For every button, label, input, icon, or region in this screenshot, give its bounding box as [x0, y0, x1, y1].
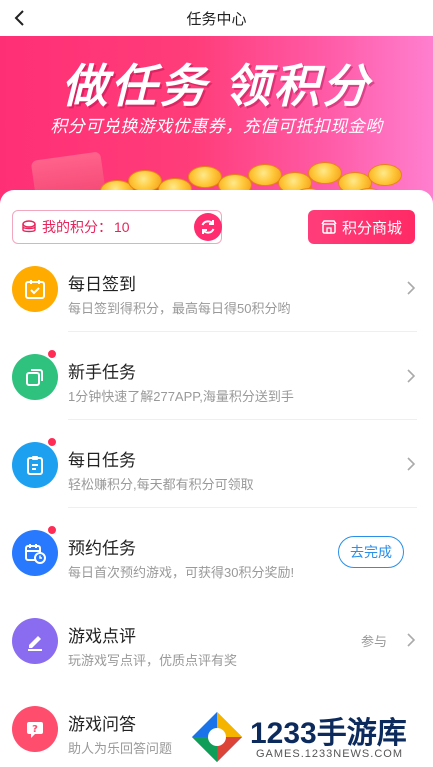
task-title: 游戏点评 — [68, 627, 136, 646]
pen-icon — [12, 618, 58, 664]
chevron-right-icon — [407, 281, 416, 295]
points-mall-button[interactable]: 积分商城 — [308, 210, 415, 244]
chevron-right-icon — [407, 457, 416, 471]
task-description: 每日首次预约游戏，可获得30积分奖励! — [68, 565, 295, 580]
notification-dot — [47, 437, 57, 447]
calendar-clock-icon — [12, 530, 58, 576]
page-title: 任务中心 — [186, 10, 247, 28]
task-description: 助人为乐回答问题 — [68, 741, 173, 756]
task-card: 我的积分： 10 积分商城 每日签到 每日签到得积分，最高每日得50积分哟 新手… — [0, 190, 433, 767]
chevron-right-icon — [407, 369, 416, 383]
task-title: 预约任务 — [68, 539, 136, 558]
points-coin-icon — [22, 220, 36, 233]
cards-icon — [12, 354, 58, 400]
task-title: 每日签到 — [68, 275, 136, 294]
banner-headline: 做任务 领积分 — [61, 60, 372, 112]
clipboard-icon — [12, 442, 58, 488]
notification-dot — [47, 525, 57, 535]
points-value: 10 — [114, 219, 130, 235]
shop-icon — [321, 220, 337, 234]
task-title: 游戏问答 — [68, 715, 136, 734]
site-watermark: 1233手游库 GAMES.1233NEWS.COM — [184, 706, 433, 767]
watermark-url: GAMES.1233NEWS.COM — [256, 748, 403, 760]
my-points-box: 我的积分： 10 — [12, 210, 222, 244]
task-daily[interactable]: 每日任务 轻松赚积分,每天都有积分可领取 — [0, 420, 433, 508]
svg-text:?: ? — [32, 724, 38, 735]
banner-subtitle: 积分可兑换游戏优惠券，充值可抵扣现金哟 — [50, 117, 383, 136]
participate-label: 参与 — [361, 634, 388, 649]
task-title: 每日任务 — [68, 451, 136, 470]
task-description: 每日签到得积分，最高每日得50积分哟 — [68, 301, 291, 316]
task-reservation: 预约任务 每日首次预约游戏，可获得30积分奖励! 去完成 — [0, 508, 433, 596]
points-mall-label: 积分商城 — [341, 219, 402, 237]
task-description: 玩游戏写点评，优质点评有奖 — [68, 653, 238, 668]
go-complete-button[interactable]: 去完成 — [338, 536, 404, 568]
refresh-icon — [201, 220, 215, 234]
top-bar: 任务中心 — [0, 0, 433, 36]
watermark-brand: 1233手游库 — [250, 717, 407, 750]
chevron-right-icon — [407, 633, 416, 647]
points-label: 我的积分： — [42, 219, 112, 235]
calendar-check-icon — [12, 266, 58, 312]
task-newbie[interactable]: 新手任务 1分钟快速了解277APP,海量积分送到手 — [0, 332, 433, 420]
task-description: 1分钟快速了解277APP,海量积分送到手 — [68, 389, 294, 404]
task-game-review[interactable]: 游戏点评 玩游戏写点评，优质点评有奖 参与 — [0, 596, 433, 684]
task-description: 轻松赚积分,每天都有积分可领取 — [68, 477, 254, 492]
back-button[interactable] — [4, 3, 34, 33]
task-title: 新手任务 — [68, 363, 136, 382]
task-daily-signin[interactable]: 每日签到 每日签到得积分，最高每日得50积分哟 — [0, 244, 433, 332]
notification-dot — [47, 349, 57, 359]
question-chat-icon: ? — [12, 706, 58, 752]
chevron-left-icon — [14, 10, 24, 26]
refresh-points-button[interactable] — [194, 213, 222, 241]
site-logo-icon — [192, 712, 242, 762]
